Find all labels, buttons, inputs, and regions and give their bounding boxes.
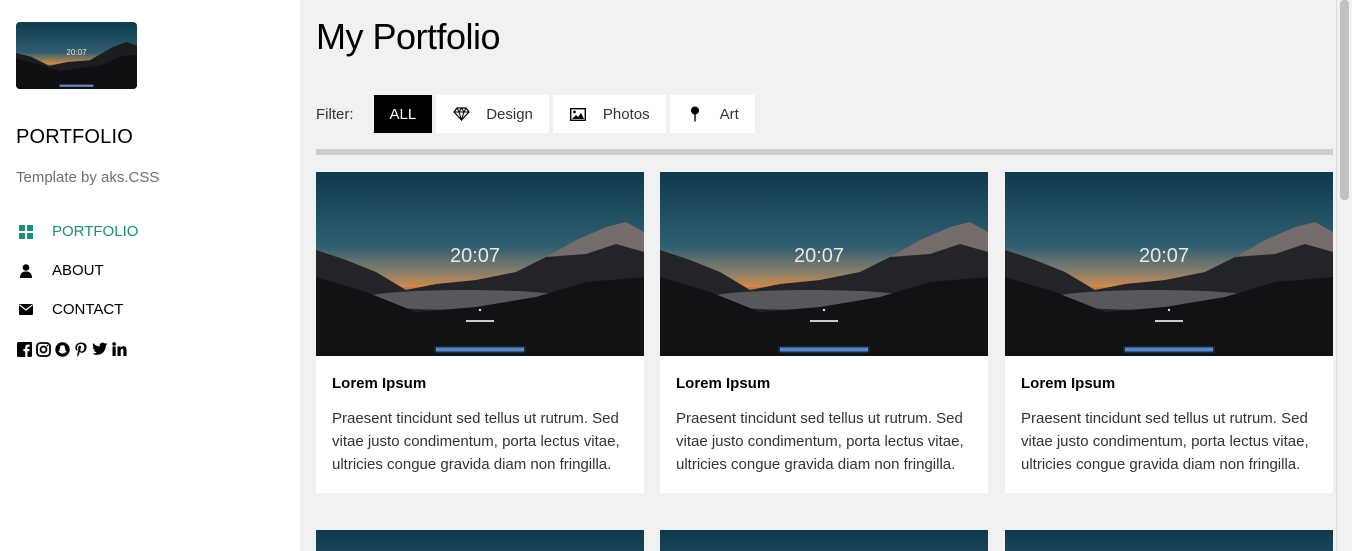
facebook-icon[interactable] <box>16 341 32 357</box>
nav-item-portfolio[interactable]: PORTFOLIO <box>16 212 138 251</box>
nav-item-about[interactable]: ABOUT <box>16 251 138 290</box>
svg-text:20:07: 20:07 <box>66 48 87 57</box>
filter-button-label: ALL <box>389 105 417 123</box>
nav-item-contact[interactable]: CONTACT <box>16 290 138 329</box>
social-links <box>16 341 127 357</box>
filter-button-label: Photos <box>602 105 650 123</box>
filter-button-label: Art <box>719 105 739 123</box>
pinterest-icon[interactable] <box>73 341 89 357</box>
filter-label: Filter: <box>316 105 354 123</box>
svg-text:20:07: 20:07 <box>794 245 844 267</box>
nav-item-label: ABOUT <box>52 262 104 279</box>
card-description: Praesent tincidunt sed tellus ut rutrum.… <box>332 410 620 473</box>
card-title: Lorem Ipsum <box>332 375 427 392</box>
filter-button-label: Design <box>486 105 533 123</box>
card-description: Praesent tincidunt sed tellus ut rutrum.… <box>676 410 964 473</box>
card-image[interactable]: 20:07 <box>1005 172 1333 356</box>
card-title: Lorem Ipsum <box>676 375 771 392</box>
logo-image[interactable]: 20:07 <box>16 22 137 89</box>
filter-design-button[interactable]: Design <box>436 95 549 133</box>
instagram-icon[interactable] <box>35 341 51 357</box>
diamond-icon <box>452 105 470 123</box>
snapchat-icon[interactable] <box>54 341 70 357</box>
card-image[interactable] <box>660 530 988 551</box>
image-icon <box>569 105 587 123</box>
envelope-icon <box>16 300 36 320</box>
filter-all-button[interactable]: ALL <box>373 95 433 133</box>
twitter-icon[interactable] <box>92 341 108 357</box>
portfolio-card[interactable]: 20:07 Lorem Ipsum Praesent tincidunt sed… <box>316 172 644 493</box>
page-title: My Portfolio <box>316 16 501 57</box>
card-description: Praesent tincidunt sed tellus ut rutrum.… <box>1021 410 1309 473</box>
scrollbar-thumb[interactable] <box>1340 0 1349 200</box>
portfolio-card[interactable] <box>316 530 644 551</box>
page-scrollbar[interactable] <box>1336 0 1352 551</box>
filter-photos-button[interactable]: Photos <box>552 95 666 133</box>
linkedin-icon[interactable] <box>111 341 127 357</box>
sidebar-nav: PORTFOLIO ABOUT CONTACT <box>16 212 138 329</box>
filter-bar: Filter: ALL Design Photos Art <box>316 95 759 133</box>
portfolio-card[interactable]: 20:07 Lorem Ipsum Praesent tincidunt sed… <box>660 172 988 493</box>
filter-divider <box>316 149 1333 155</box>
user-icon <box>16 261 36 281</box>
sidebar: 20:07 PORTFOLIO Template by aks.CSS PORT… <box>0 0 300 551</box>
tagline: Template by aks.CSS <box>16 169 160 186</box>
main-content: My Portfolio Filter: ALL Design Photos A… <box>300 0 1336 551</box>
portfolio-card[interactable] <box>1005 530 1333 551</box>
nav-item-label: PORTFOLIO <box>52 223 139 240</box>
filter-art-button[interactable]: Art <box>669 95 755 133</box>
pin-icon <box>686 105 704 123</box>
card-image[interactable] <box>1005 530 1333 551</box>
portfolio-card[interactable] <box>660 530 988 551</box>
nav-item-label: CONTACT <box>52 301 124 318</box>
card-image[interactable]: 20:07 <box>316 172 644 356</box>
brand-title: PORTFOLIO <box>16 126 134 148</box>
portfolio-card[interactable]: 20:07 Lorem Ipsum Praesent tincidunt sed… <box>1005 172 1333 493</box>
card-title: Lorem Ipsum <box>1021 375 1116 392</box>
grid-icon <box>16 222 36 242</box>
svg-text:20:07: 20:07 <box>1139 245 1189 267</box>
svg-text:20:07: 20:07 <box>450 245 500 267</box>
card-image[interactable]: 20:07 <box>660 172 988 356</box>
card-image[interactable] <box>316 530 644 551</box>
